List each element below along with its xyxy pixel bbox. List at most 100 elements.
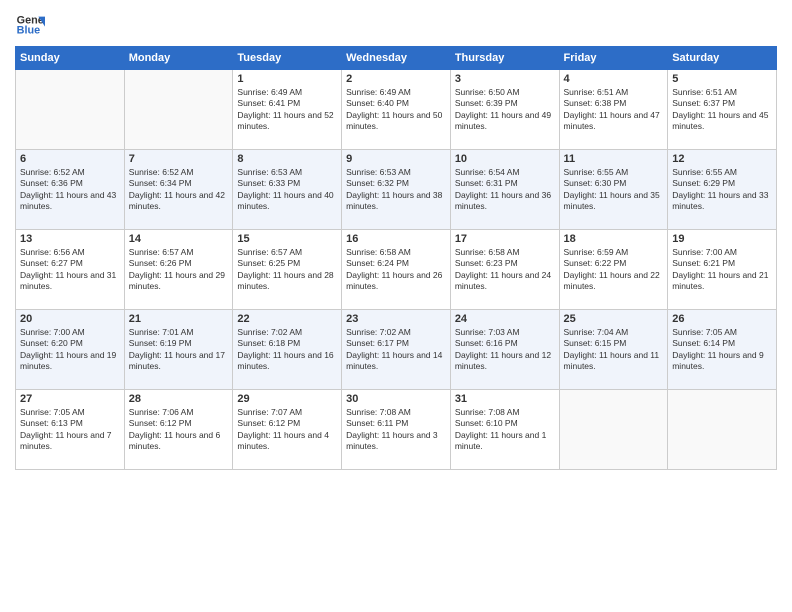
day-number: 26 <box>672 313 772 325</box>
cell-daylight-info: Sunrise: 7:05 AM Sunset: 6:14 PM Dayligh… <box>672 327 772 373</box>
calendar-week-4: 20Sunrise: 7:00 AM Sunset: 6:20 PM Dayli… <box>16 310 777 390</box>
cell-daylight-info: Sunrise: 7:08 AM Sunset: 6:11 PM Dayligh… <box>346 407 446 453</box>
cell-daylight-info: Sunrise: 6:55 AM Sunset: 6:29 PM Dayligh… <box>672 167 772 213</box>
calendar-cell: 17 Sunrise: 6:58 AM Sunset: 6:23 PM Dayli… <box>450 230 559 310</box>
day-number: 3 <box>455 73 555 85</box>
calendar-cell: 4 Sunrise: 6:51 AM Sunset: 6:38 PM Daylig… <box>559 70 668 150</box>
calendar-body: 1 Sunrise: 6:49 AM Sunset: 6:41 PM Daylig… <box>16 70 777 470</box>
calendar-cell: 12Sunrise: 6:55 AM Sunset: 6:29 PM Dayli… <box>668 150 777 230</box>
calendar-cell: 7Sunrise: 6:52 AM Sunset: 6:34 PM Daylig… <box>124 150 233 230</box>
day-number: 27 <box>20 393 120 405</box>
day-number: 31 <box>455 393 555 405</box>
day-number: 2 <box>346 73 446 85</box>
day-number: 16 <box>346 233 446 245</box>
cell-daylight-info: Sunrise: 6:52 AM Sunset: 6:36 PM Dayligh… <box>20 167 120 213</box>
calendar-week-1: 1 Sunrise: 6:49 AM Sunset: 6:41 PM Daylig… <box>16 70 777 150</box>
day-number: 19 <box>672 233 772 245</box>
day-number: 30 <box>346 393 446 405</box>
calendar-cell <box>124 70 233 150</box>
logo: General Blue <box>15 10 45 40</box>
weekday-thursday: Thursday <box>450 47 559 70</box>
calendar-cell: 27 Sunrise: 7:05 AM Sunset: 6:13 PM Dayli… <box>16 390 125 470</box>
cell-daylight-info: Sunrise: 6:58 AM Sunset: 6:24 PM Dayligh… <box>346 247 446 293</box>
day-number: 15 <box>237 233 337 245</box>
day-number: 8 <box>237 153 337 165</box>
weekday-monday: Monday <box>124 47 233 70</box>
day-number: 6 <box>20 153 120 165</box>
calendar-cell: 25 Sunrise: 7:04 AM Sunset: 6:15 PM Dayli… <box>559 310 668 390</box>
calendar-cell <box>559 390 668 470</box>
calendar-cell: 14 Sunrise: 6:57 AM Sunset: 6:26 PM Dayli… <box>124 230 233 310</box>
day-number: 22 <box>237 313 337 325</box>
weekday-wednesday: Wednesday <box>342 47 451 70</box>
calendar-cell: 29Sunrise: 7:07 AM Sunset: 6:12 PM Dayli… <box>233 390 342 470</box>
day-number: 13 <box>20 233 120 245</box>
day-number: 28 <box>129 393 229 405</box>
calendar-week-5: 27 Sunrise: 7:05 AM Sunset: 6:13 PM Dayli… <box>16 390 777 470</box>
cell-daylight-info: Sunrise: 6:57 AM Sunset: 6:25 PM Dayligh… <box>237 247 337 293</box>
day-number: 1 <box>237 73 337 85</box>
cell-daylight-info: Sunrise: 6:50 AM Sunset: 6:39 PM Dayligh… <box>455 87 555 133</box>
cell-daylight-info: Sunrise: 6:51 AM Sunset: 6:38 PM Dayligh… <box>564 87 664 133</box>
cell-daylight-info: Sunrise: 7:04 AM Sunset: 6:15 PM Dayligh… <box>564 327 664 373</box>
svg-text:Blue: Blue <box>17 24 40 36</box>
day-number: 11 <box>564 153 664 165</box>
calendar-cell: 21Sunrise: 7:01 AM Sunset: 6:19 PM Dayli… <box>124 310 233 390</box>
calendar-cell: 28 Sunrise: 7:06 AM Sunset: 6:12 PM Dayli… <box>124 390 233 470</box>
day-number: 10 <box>455 153 555 165</box>
day-number: 24 <box>455 313 555 325</box>
cell-daylight-info: Sunrise: 6:53 AM Sunset: 6:33 PM Dayligh… <box>237 167 337 213</box>
day-number: 9 <box>346 153 446 165</box>
cell-daylight-info: Sunrise: 7:02 AM Sunset: 6:18 PM Dayligh… <box>237 327 337 373</box>
calendar-cell: 13 Sunrise: 6:56 AM Sunset: 6:27 PM Dayli… <box>16 230 125 310</box>
cell-daylight-info: Sunrise: 6:56 AM Sunset: 6:27 PM Dayligh… <box>20 247 120 293</box>
weekday-header-row: SundayMondayTuesdayWednesdayThursdayFrid… <box>16 47 777 70</box>
cell-daylight-info: Sunrise: 7:00 AM Sunset: 6:21 PM Dayligh… <box>672 247 772 293</box>
day-number: 5 <box>672 73 772 85</box>
calendar-cell: 30 Sunrise: 7:08 AM Sunset: 6:11 PM Dayli… <box>342 390 451 470</box>
calendar-cell: 3 Sunrise: 6:50 AM Sunset: 6:39 PM Daylig… <box>450 70 559 150</box>
cell-daylight-info: Sunrise: 6:59 AM Sunset: 6:22 PM Dayligh… <box>564 247 664 293</box>
cell-daylight-info: Sunrise: 6:51 AM Sunset: 6:37 PM Dayligh… <box>672 87 772 133</box>
day-number: 18 <box>564 233 664 245</box>
cell-daylight-info: Sunrise: 7:00 AM Sunset: 6:20 PM Dayligh… <box>20 327 120 373</box>
cell-daylight-info: Sunrise: 7:08 AM Sunset: 6:10 PM Dayligh… <box>455 407 555 453</box>
cell-daylight-info: Sunrise: 7:02 AM Sunset: 6:17 PM Dayligh… <box>346 327 446 373</box>
day-number: 4 <box>564 73 664 85</box>
calendar-cell: 19 Sunrise: 7:00 AM Sunset: 6:21 PM Dayli… <box>668 230 777 310</box>
cell-daylight-info: Sunrise: 7:01 AM Sunset: 6:19 PM Dayligh… <box>129 327 229 373</box>
calendar-cell: 15 Sunrise: 6:57 AM Sunset: 6:25 PM Dayli… <box>233 230 342 310</box>
calendar-cell <box>668 390 777 470</box>
cell-daylight-info: Sunrise: 6:55 AM Sunset: 6:30 PM Dayligh… <box>564 167 664 213</box>
calendar-table: SundayMondayTuesdayWednesdayThursdayFrid… <box>15 46 777 470</box>
logo-icon: General Blue <box>15 10 45 40</box>
day-number: 14 <box>129 233 229 245</box>
weekday-tuesday: Tuesday <box>233 47 342 70</box>
calendar-cell: 11 Sunrise: 6:55 AM Sunset: 6:30 PM Dayli… <box>559 150 668 230</box>
cell-daylight-info: Sunrise: 6:58 AM Sunset: 6:23 PM Dayligh… <box>455 247 555 293</box>
calendar-cell: 26 Sunrise: 7:05 AM Sunset: 6:14 PM Dayli… <box>668 310 777 390</box>
cell-daylight-info: Sunrise: 7:05 AM Sunset: 6:13 PM Dayligh… <box>20 407 120 453</box>
day-number: 7 <box>129 153 229 165</box>
day-number: 25 <box>564 313 664 325</box>
day-number: 29 <box>237 393 337 405</box>
calendar-cell: 23Sunrise: 7:02 AM Sunset: 6:17 PM Dayli… <box>342 310 451 390</box>
cell-daylight-info: Sunrise: 7:06 AM Sunset: 6:12 PM Dayligh… <box>129 407 229 453</box>
cell-daylight-info: Sunrise: 7:03 AM Sunset: 6:16 PM Dayligh… <box>455 327 555 373</box>
day-number: 17 <box>455 233 555 245</box>
calendar-cell: 31 Sunrise: 7:08 AM Sunset: 6:10 PM Dayli… <box>450 390 559 470</box>
cell-daylight-info: Sunrise: 6:49 AM Sunset: 6:41 PM Dayligh… <box>237 87 337 133</box>
calendar-cell: 5 Sunrise: 6:51 AM Sunset: 6:37 PM Daylig… <box>668 70 777 150</box>
calendar-cell: 22 Sunrise: 7:02 AM Sunset: 6:18 PM Dayli… <box>233 310 342 390</box>
cell-daylight-info: Sunrise: 6:54 AM Sunset: 6:31 PM Dayligh… <box>455 167 555 213</box>
weekday-saturday: Saturday <box>668 47 777 70</box>
cell-daylight-info: Sunrise: 6:53 AM Sunset: 6:32 PM Dayligh… <box>346 167 446 213</box>
cell-daylight-info: Sunrise: 6:57 AM Sunset: 6:26 PM Dayligh… <box>129 247 229 293</box>
calendar-cell: 20Sunrise: 7:00 AM Sunset: 6:20 PM Dayli… <box>16 310 125 390</box>
calendar-cell: 6 Sunrise: 6:52 AM Sunset: 6:36 PM Daylig… <box>16 150 125 230</box>
calendar-cell: 10 Sunrise: 6:54 AM Sunset: 6:31 PM Dayli… <box>450 150 559 230</box>
calendar-week-3: 13 Sunrise: 6:56 AM Sunset: 6:27 PM Dayli… <box>16 230 777 310</box>
weekday-friday: Friday <box>559 47 668 70</box>
page-header: General Blue <box>15 10 777 40</box>
calendar-cell <box>16 70 125 150</box>
